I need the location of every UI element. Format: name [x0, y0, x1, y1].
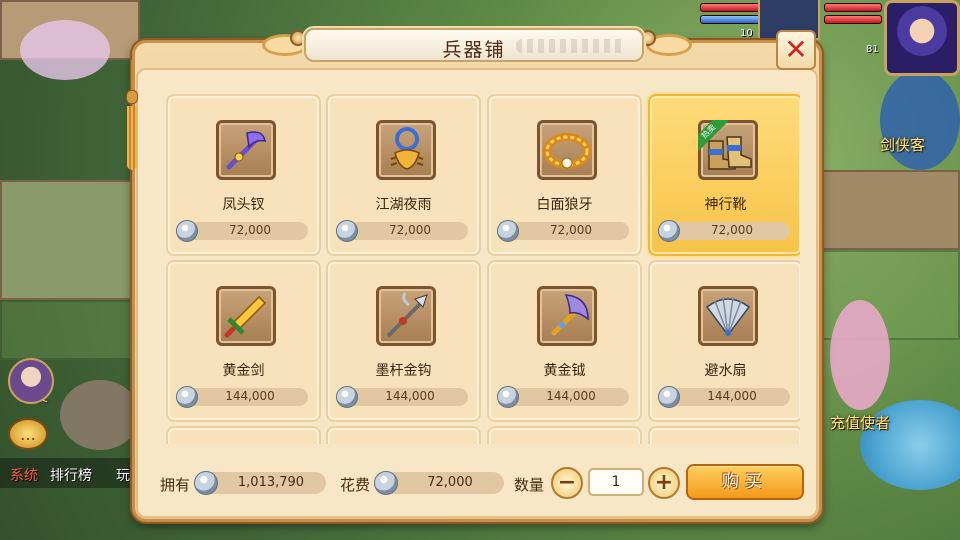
water-fan-icon	[698, 286, 758, 346]
price-bar: 72,000	[497, 220, 629, 242]
item-name: 神行靴	[704, 197, 747, 213]
item-name: 白面狼牙	[536, 197, 593, 213]
chat-tab-ranking[interactable]: 排行榜	[50, 465, 92, 485]
shop-title: 兵器铺	[442, 39, 506, 61]
item-card-water-repelling-fan[interactable]: 避水扇 144,000	[648, 260, 800, 422]
item-card-partial[interactable]	[648, 426, 800, 444]
item-grid[interactable]: 凤头钗 72,000 江湖夜雨 72,000 白面狼牙 72,000 热卖 神行…	[164, 92, 800, 444]
cost-silver: 72,000	[374, 471, 504, 495]
friend-avatar[interactable]	[8, 358, 54, 404]
item-card-partial[interactable]	[326, 426, 481, 444]
flower-bush	[20, 20, 110, 80]
pet-hp-bar	[700, 3, 760, 12]
item-card-golden-axe[interactable]: 黄金钺 144,000	[487, 260, 642, 422]
item-price: 144,000	[225, 389, 275, 403]
fairy-npc	[830, 300, 890, 410]
wolf-tooth-bracelet-icon	[537, 120, 597, 180]
item-name: 黄金剑	[222, 363, 265, 379]
item-card-jianghu-night-rain[interactable]: 江湖夜雨 72,000	[326, 94, 481, 256]
blue-figure	[880, 70, 960, 170]
chat-tab-system[interactable]: 系统	[10, 465, 38, 485]
player-hp-bar	[824, 3, 882, 12]
price-bar: 72,000	[176, 220, 308, 242]
price-bar: 72,000	[336, 220, 468, 242]
phoenix-hairpin-icon	[216, 120, 276, 180]
close-button[interactable]: ✕	[776, 30, 816, 70]
cost-label: 花费	[340, 476, 371, 494]
golden-axe-icon	[537, 286, 597, 346]
cost-value: 72,000	[427, 475, 473, 490]
owned-label: 拥有	[160, 476, 191, 494]
item-name: 避水扇	[704, 363, 747, 379]
price-bar: 144,000	[497, 386, 629, 408]
ground-tile	[0, 300, 140, 360]
item-name: 凤头钗	[222, 197, 265, 213]
npc-label-swordsman[interactable]: 剑侠客	[880, 134, 925, 155]
item-name: 黄金钺	[543, 363, 586, 379]
item-price: 72,000	[389, 223, 431, 237]
price-bar: 144,000	[336, 386, 468, 408]
pet-level: 10	[740, 28, 753, 39]
ground-tiles	[0, 180, 140, 300]
item-price: 144,000	[707, 389, 757, 403]
owned-value: 1,013,790	[237, 475, 305, 490]
chat-icon[interactable]: …	[8, 418, 48, 450]
title-plate: 兵器铺	[304, 28, 644, 62]
item-card-white-wolf-fang[interactable]: 白面狼牙 72,000	[487, 94, 642, 256]
item-price: 72,000	[550, 223, 592, 237]
player-avatar[interactable]	[884, 0, 960, 76]
owned-silver: 1,013,790	[194, 471, 326, 495]
hot-sale-badge: 热卖	[698, 120, 728, 150]
scorpion-ring-icon	[376, 120, 436, 180]
npc-label-recharge-envoy[interactable]: 充值使者	[830, 412, 890, 433]
decrease-quantity-button[interactable]: −	[551, 467, 583, 499]
item-card-phoenix-hairpin[interactable]: 凤头钗 72,000	[166, 94, 321, 256]
price-bar: 144,000	[176, 386, 308, 408]
item-card-divine-boots[interactable]: 热卖 神行靴 72,000	[648, 94, 800, 256]
player-mp-bar	[824, 15, 882, 24]
pet-status-bars	[700, 0, 760, 27]
item-name: 江湖夜雨	[375, 197, 432, 213]
quantity-input[interactable]: 1	[588, 468, 644, 496]
item-price: 144,000	[385, 389, 435, 403]
item-name: 墨杆金钩	[375, 363, 432, 379]
pet-mp-bar	[700, 15, 760, 24]
item-price: 72,000	[711, 223, 753, 237]
player-level: 81	[866, 44, 879, 55]
buy-button[interactable]: 购买	[686, 464, 804, 500]
item-card-partial[interactable]	[166, 426, 321, 444]
item-card-partial[interactable]	[487, 426, 642, 444]
stone-wall	[820, 170, 960, 250]
increase-quantity-button[interactable]: +	[648, 467, 680, 499]
price-bar: 144,000	[658, 386, 790, 408]
tassel-ornament	[126, 60, 138, 176]
player-status-bars	[824, 0, 882, 27]
price-bar: 72,000	[658, 220, 790, 242]
item-card-golden-sword[interactable]: 黄金剑 144,000	[166, 260, 321, 422]
golden-hook-spear-icon	[376, 286, 436, 346]
golden-sword-icon	[216, 286, 276, 346]
item-card-ink-shaft-golden-hook[interactable]: 墨杆金钩 144,000	[326, 260, 481, 422]
close-icon: ✕	[784, 33, 808, 66]
quantity-label: 数量	[514, 476, 545, 494]
item-price: 144,000	[546, 389, 596, 403]
item-price: 72,000	[229, 223, 271, 237]
chest-object	[60, 380, 140, 450]
